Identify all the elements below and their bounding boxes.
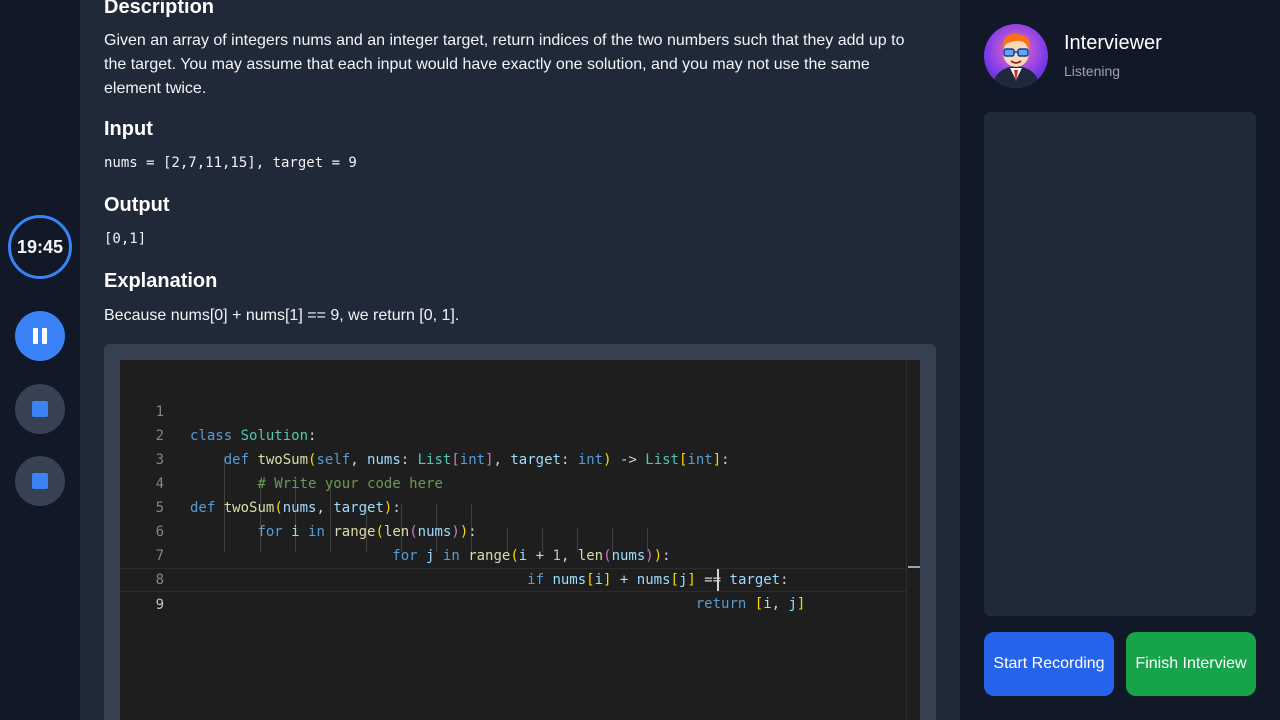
avatar [984,24,1048,88]
explanation-heading: Explanation [104,270,218,292]
output-value: [0,1] [104,231,147,247]
stop-button[interactable] [15,384,65,434]
input-value: nums = [2,7,11,15], target = 9 [104,155,357,171]
finish-interview-button[interactable]: Finish Interview [1126,632,1256,696]
code-line: 1 class Solution: [120,376,906,444]
input-heading: Input [104,118,153,140]
scrollbar-position-marker [908,566,920,568]
control-rail: 19:45 [0,0,80,720]
code-line: 5 for i in range(len(nums)): [120,472,906,540]
start-recording-button[interactable]: Start Recording [984,632,1114,696]
code-line: 6 for j in range(i + 1, len(nums)): [120,496,906,564]
text-caret [717,569,719,591]
output-heading: Output [104,194,170,216]
avatar-icon [992,33,1040,88]
explanation-text: Because nums[0] + nums[1] == 9, we retur… [104,307,460,324]
timer: 19:45 [8,215,72,279]
interviewer-name: Interviewer [1064,32,1162,54]
editor-scrollbar[interactable] [906,360,920,720]
video-area [984,112,1256,616]
code-line: 8 return [i, j] [120,544,906,612]
code-editor[interactable]: 1 class Solution: 2 def twoSum(self, num… [120,360,920,720]
code-line-current: 9 [120,568,906,613]
code-line: 7 if nums[i] + nums[j] == target: [120,520,906,588]
problem-panel: Description Given an array of integers n… [80,0,960,720]
description-heading: Description [104,0,215,18]
code-line: 3 # Write your code here [120,424,906,492]
pause-icon [33,328,47,344]
description-text: Given an array of integers nums and an i… [104,32,905,97]
stop-icon [32,401,48,417]
stop-icon [32,473,48,489]
interviewer-status: Listening [1064,63,1121,79]
line-number: 9 [155,597,164,613]
pause-button[interactable] [15,311,65,361]
code-line: 4 def twoSum(nums, target): [120,448,906,516]
stop-button-secondary[interactable] [15,456,65,506]
interviewer-panel: Interviewer Listening Start Recording Fi… [960,0,1280,720]
code-line: 2 def twoSum(self, nums: List[int], targ… [120,400,906,468]
editor-container: 1 class Solution: 2 def twoSum(self, num… [104,344,936,720]
